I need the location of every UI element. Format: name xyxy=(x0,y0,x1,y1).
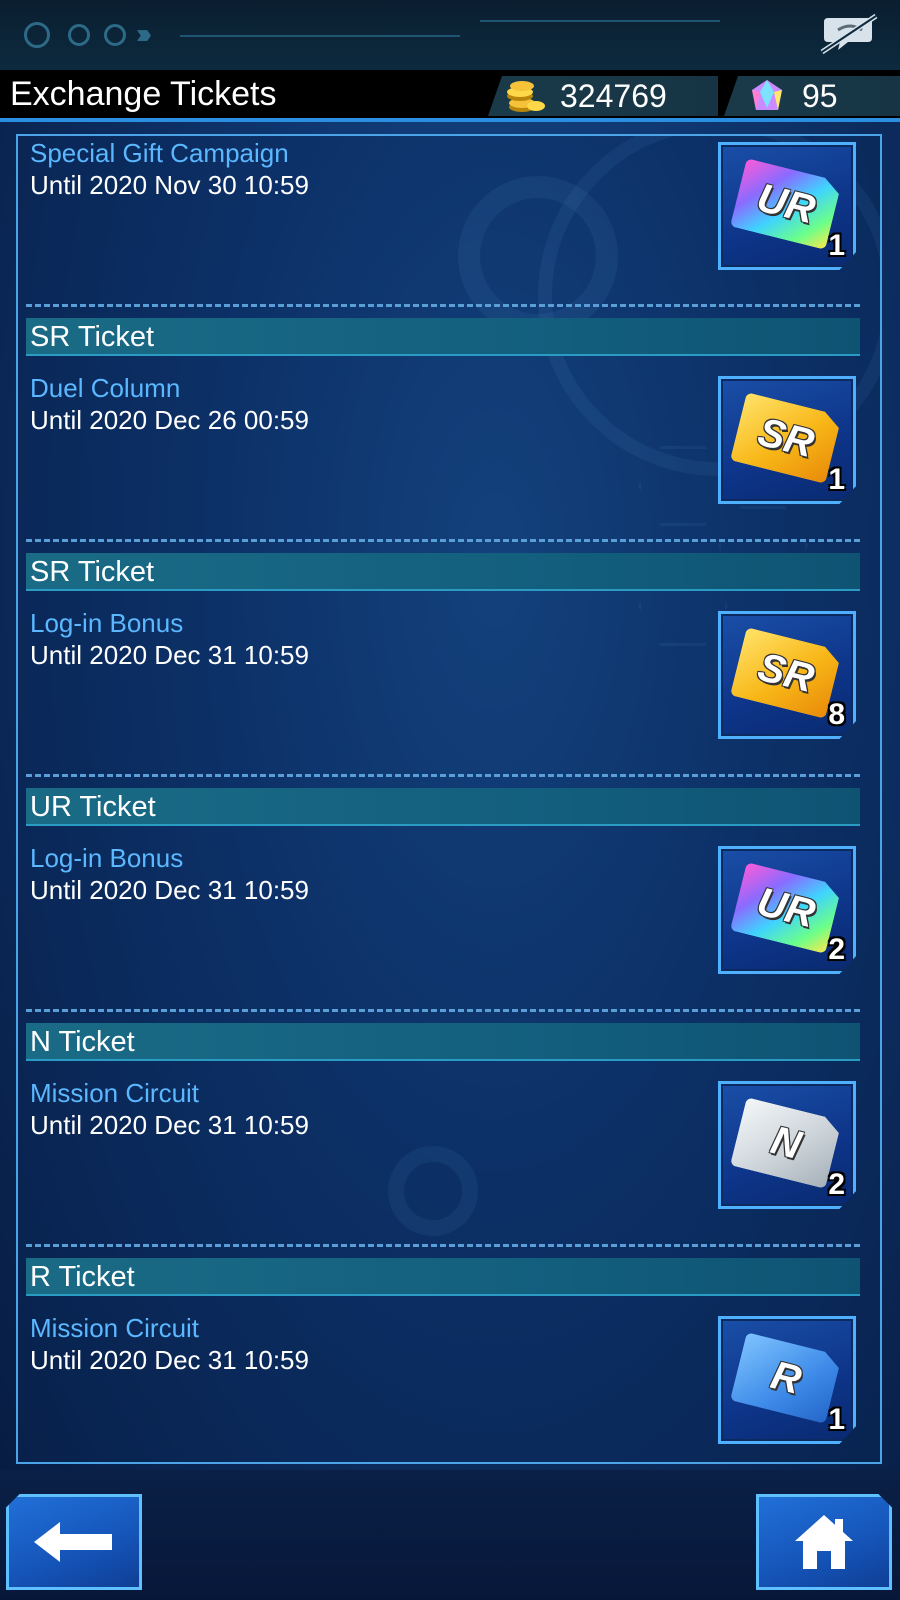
entry-source: Mission Circuit xyxy=(30,1078,200,1108)
entry-divider xyxy=(26,539,860,542)
ticket-entry: Special Gift Campaign Until 2020 Nov 30 … xyxy=(18,136,880,307)
entry-source: Log-in Bonus xyxy=(30,608,184,638)
ticket-button-sr[interactable]: SR 1 xyxy=(718,376,856,504)
ticket-entry: SR Ticket Duel Column Until 2020 Dec 26 … xyxy=(18,318,880,553)
entry-divider xyxy=(26,1244,860,1247)
ur-ticket-icon: UR xyxy=(730,158,842,250)
gem-amount: 95 xyxy=(802,77,838,114)
ticket-list-panel[interactable]: Special Gift Campaign Until 2020 Nov 30 … xyxy=(16,134,882,1464)
left-arrow-icon xyxy=(34,1522,112,1562)
entry-category: N Ticket xyxy=(26,1023,860,1061)
page-title: Exchange Tickets xyxy=(10,75,277,113)
entry-source: Log-in Bonus xyxy=(30,843,184,873)
entry-source: Duel Column xyxy=(30,373,181,403)
gold-coins-icon xyxy=(506,78,546,114)
sr-ticket-icon: SR xyxy=(730,627,842,719)
ticket-entry: N Ticket Mission Circuit Until 2020 Dec … xyxy=(18,1023,880,1258)
entry-expiry: Until 2020 Dec 31 10:59 xyxy=(30,1345,309,1375)
gem-icon xyxy=(748,78,788,114)
entry-category: R Ticket xyxy=(26,1258,860,1296)
entry-expiry: Until 2020 Dec 31 10:59 xyxy=(30,640,309,670)
ticket-entry: R Ticket Mission Circuit Until 2020 Dec … xyxy=(18,1258,880,1462)
entry-source: Mission Circuit xyxy=(30,1313,200,1343)
eye-slash-icon xyxy=(820,13,878,55)
entry-divider xyxy=(26,304,860,307)
entry-category: SR Ticket xyxy=(26,553,860,591)
circuit-decor-icon xyxy=(104,24,126,46)
entry-source: Special Gift Campaign xyxy=(30,138,289,168)
entry-expiry: Until 2020 Nov 30 10:59 xyxy=(30,170,309,200)
decor-line xyxy=(480,20,720,22)
ticket-count: 1 xyxy=(828,229,845,262)
gold-counter: 324769 xyxy=(488,76,718,116)
home-button[interactable] xyxy=(756,1494,892,1590)
ticket-button-r[interactable]: R 1 xyxy=(718,1316,856,1444)
back-button[interactable] xyxy=(6,1494,142,1590)
entry-expiry: Until 2020 Dec 31 10:59 xyxy=(30,875,309,905)
entry-category: UR Ticket xyxy=(26,788,860,826)
ticket-button-ur[interactable]: UR 2 xyxy=(718,846,856,974)
entry-divider xyxy=(26,1009,860,1012)
entry-divider xyxy=(26,774,860,777)
ticket-entry: SR Ticket Log-in Bonus Until 2020 Dec 31… xyxy=(18,553,880,788)
top-decoration: ››› xyxy=(0,0,900,70)
ticket-count: 2 xyxy=(828,1168,845,1201)
chevron-decor-icon: ››› xyxy=(136,18,152,49)
ticket-button-sr[interactable]: SR 8 xyxy=(718,611,856,739)
entry-expiry: Until 2020 Dec 26 00:59 xyxy=(30,405,309,435)
sr-ticket-icon: SR xyxy=(730,392,842,484)
n-ticket-icon: N xyxy=(730,1097,842,1189)
ticket-count: 2 xyxy=(828,933,845,966)
decor-line xyxy=(180,35,460,37)
gold-amount: 324769 xyxy=(560,77,667,114)
circuit-decor-icon xyxy=(68,24,90,46)
ticket-count: 1 xyxy=(828,463,845,496)
ticket-entry: UR Ticket Log-in Bonus Until 2020 Dec 31… xyxy=(18,788,880,1023)
home-icon xyxy=(795,1515,853,1569)
r-ticket-icon: R xyxy=(730,1332,842,1424)
hide-ui-button[interactable] xyxy=(816,10,882,58)
ur-ticket-icon: UR xyxy=(730,862,842,954)
entry-expiry: Until 2020 Dec 31 10:59 xyxy=(30,1110,309,1140)
circuit-decor-icon xyxy=(24,22,50,48)
gem-counter: 95 xyxy=(724,76,900,116)
ticket-count: 8 xyxy=(828,698,845,731)
ticket-button-ur[interactable]: UR 1 xyxy=(718,142,856,270)
ticket-count: 1 xyxy=(828,1403,845,1436)
ticket-button-n[interactable]: N 2 xyxy=(718,1081,856,1209)
entry-category: SR Ticket xyxy=(26,318,860,356)
header-divider xyxy=(0,118,900,122)
